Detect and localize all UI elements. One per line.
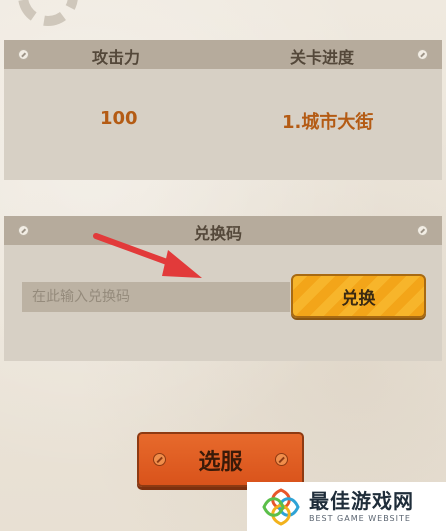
select-server-label: 选服 bbox=[198, 449, 243, 475]
bolt-icon bbox=[153, 453, 166, 466]
watermark-subtitle: BEST GAME WEBSITE bbox=[309, 514, 411, 523]
stats-panel: 攻击力 关卡进度 100 1.城市大街 bbox=[4, 40, 442, 180]
watermark-logo-icon bbox=[262, 487, 300, 526]
redeem-button[interactable]: 兑换 bbox=[291, 274, 426, 318]
watermark: 最佳游戏网 BEST GAME WEBSITE bbox=[247, 482, 446, 531]
bolt-icon bbox=[417, 49, 428, 60]
attack-header: 攻击力 bbox=[92, 48, 141, 67]
progress-value: 1.城市大街 bbox=[282, 112, 374, 133]
attack-value: 100 bbox=[100, 108, 138, 129]
redeem-code-input[interactable] bbox=[22, 282, 290, 312]
select-server-button[interactable]: 选服 bbox=[137, 432, 304, 487]
bolt-icon bbox=[18, 225, 29, 236]
bolt-icon bbox=[275, 453, 288, 466]
redeem-code-panel: 兑换码 兑换 bbox=[4, 216, 442, 361]
progress-header: 关卡进度 bbox=[290, 48, 355, 67]
redeem-panel-header: 兑换码 bbox=[4, 216, 442, 245]
bolt-icon bbox=[417, 225, 428, 236]
bolt-icon bbox=[18, 49, 29, 60]
watermark-title: 最佳游戏网 bbox=[309, 489, 414, 513]
red-arrow-icon bbox=[93, 233, 202, 278]
stats-panel-header: 攻击力 关卡进度 bbox=[4, 40, 442, 69]
